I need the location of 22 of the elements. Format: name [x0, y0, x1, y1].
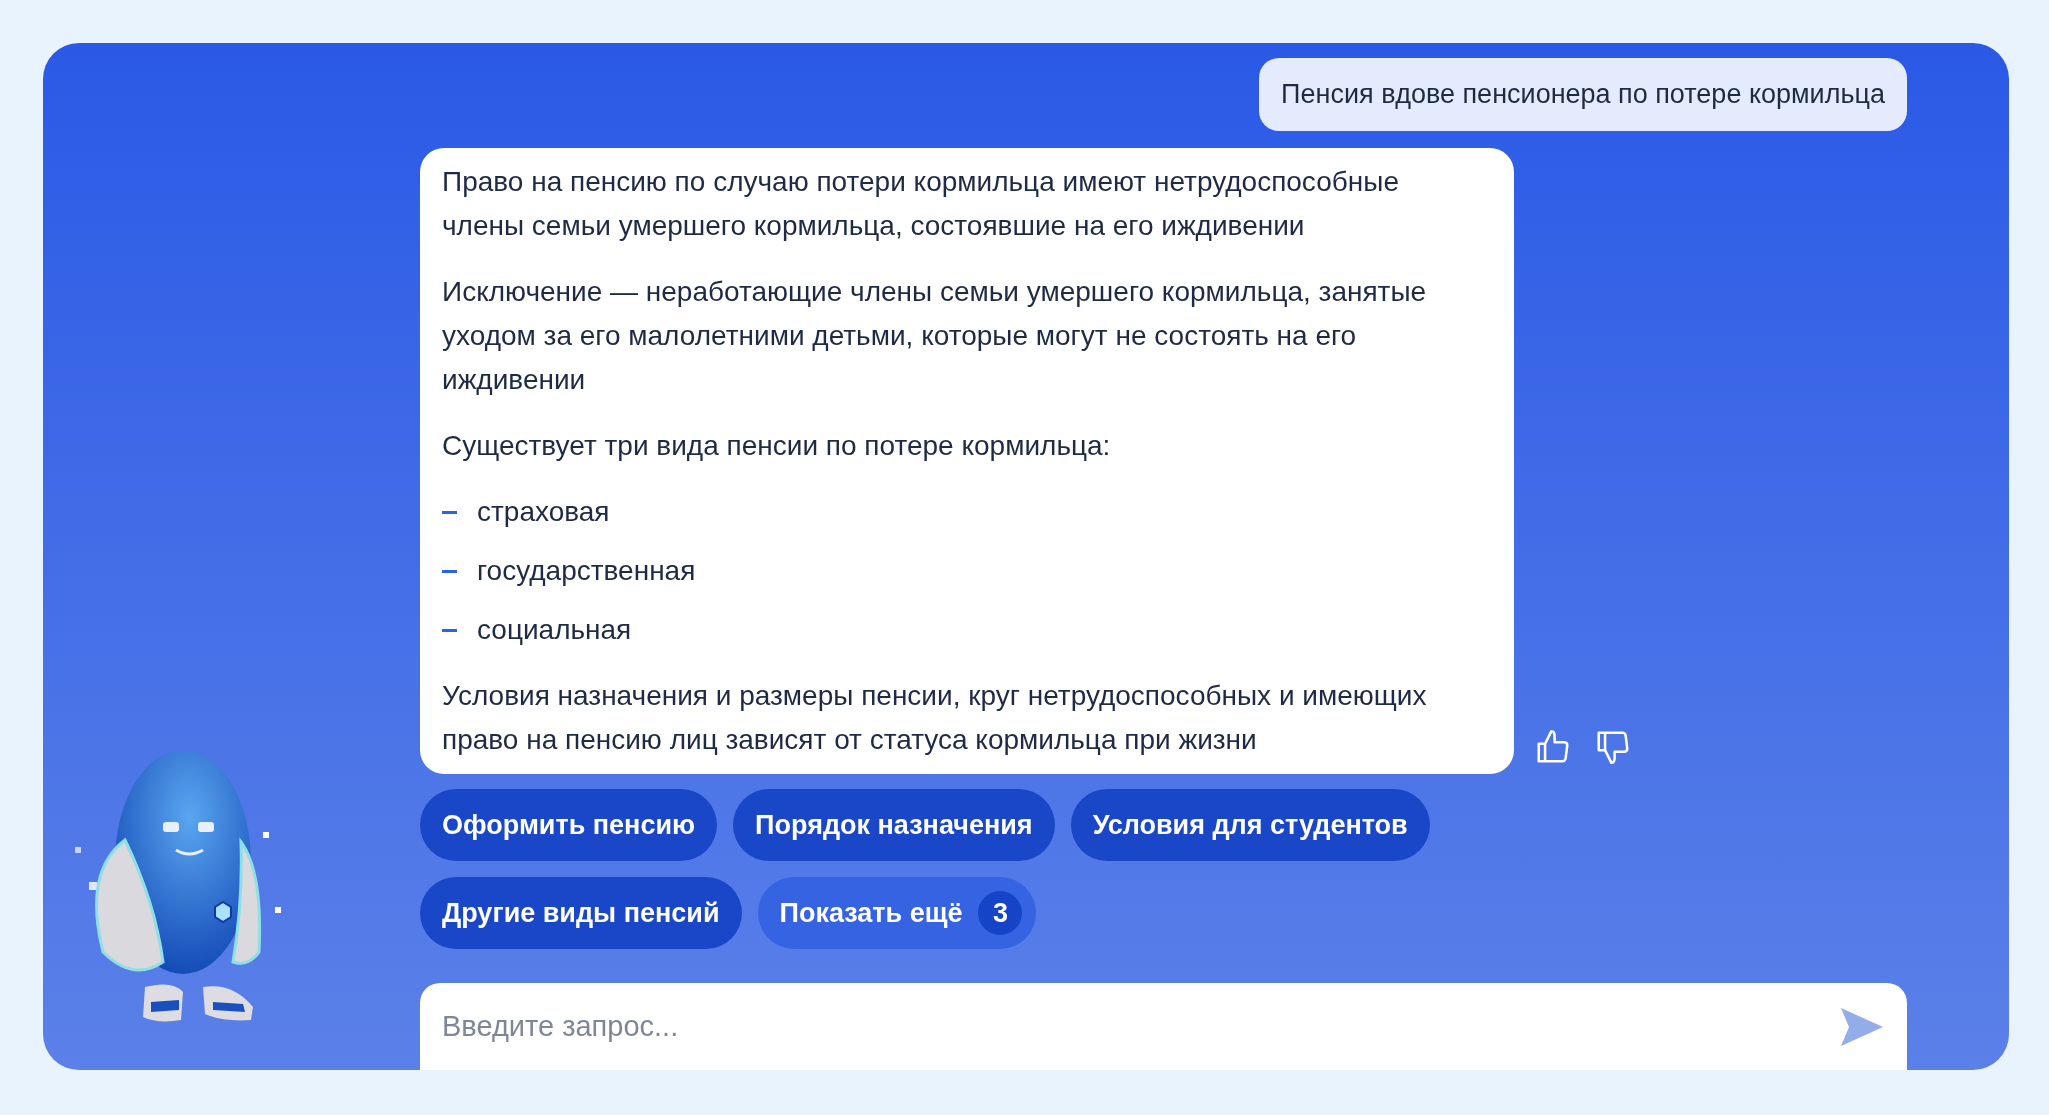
thumbs-down-icon[interactable]: [1594, 728, 1632, 766]
dash-icon: [442, 510, 457, 514]
send-icon[interactable]: [1839, 1005, 1885, 1048]
suggestion-chip[interactable]: Другие виды пенсий: [420, 877, 742, 949]
user-message: Пенсия вдове пенсионера по потере кормильца: [1259, 58, 1907, 131]
query-input-field[interactable]: Введите запрос...: [442, 1004, 1839, 1049]
suggestion-chip[interactable]: Оформить пенсию: [420, 789, 718, 861]
list-item: страховая: [477, 495, 610, 529]
answer-paragraph: Право на пенсию по случаю потери кормильца имеют нетрудоспособные члены семьи умершего кормильца, состоявшие на его иждивении: [442, 165, 1400, 243]
query-field[interactable]: Введите запрос...: [420, 983, 1907, 1070]
list-item: государственная: [477, 554, 696, 588]
suggestion-chip[interactable]: Условия для студентов: [1070, 789, 1430, 861]
show-more-button[interactable]: Показать ещё 3: [757, 877, 1037, 949]
count-badge: 3: [978, 891, 1023, 935]
dash-icon: [442, 569, 457, 573]
answer-paragraph: Существует три вида пенсии по потере кормильца:: [442, 429, 1112, 463]
dash-icon: [442, 628, 457, 632]
answer-paragraph: Условия назначения и размеры пенсии, круг нетрудоспособных и имеющих право на пенсию лиц зависят от статуса кормильца при жизни: [442, 679, 1428, 757]
suggestion-chip[interactable]: Порядок назначения: [733, 789, 1055, 861]
thumbs-up-icon[interactable]: [1534, 728, 1572, 766]
list-item: социальная: [477, 613, 632, 647]
answer-paragraph: Исключение — неработающие члены семьи умершего кормильца, занятые уходом за его малолетними детьми, которые могут не состоять на его иждивении: [442, 275, 1428, 397]
